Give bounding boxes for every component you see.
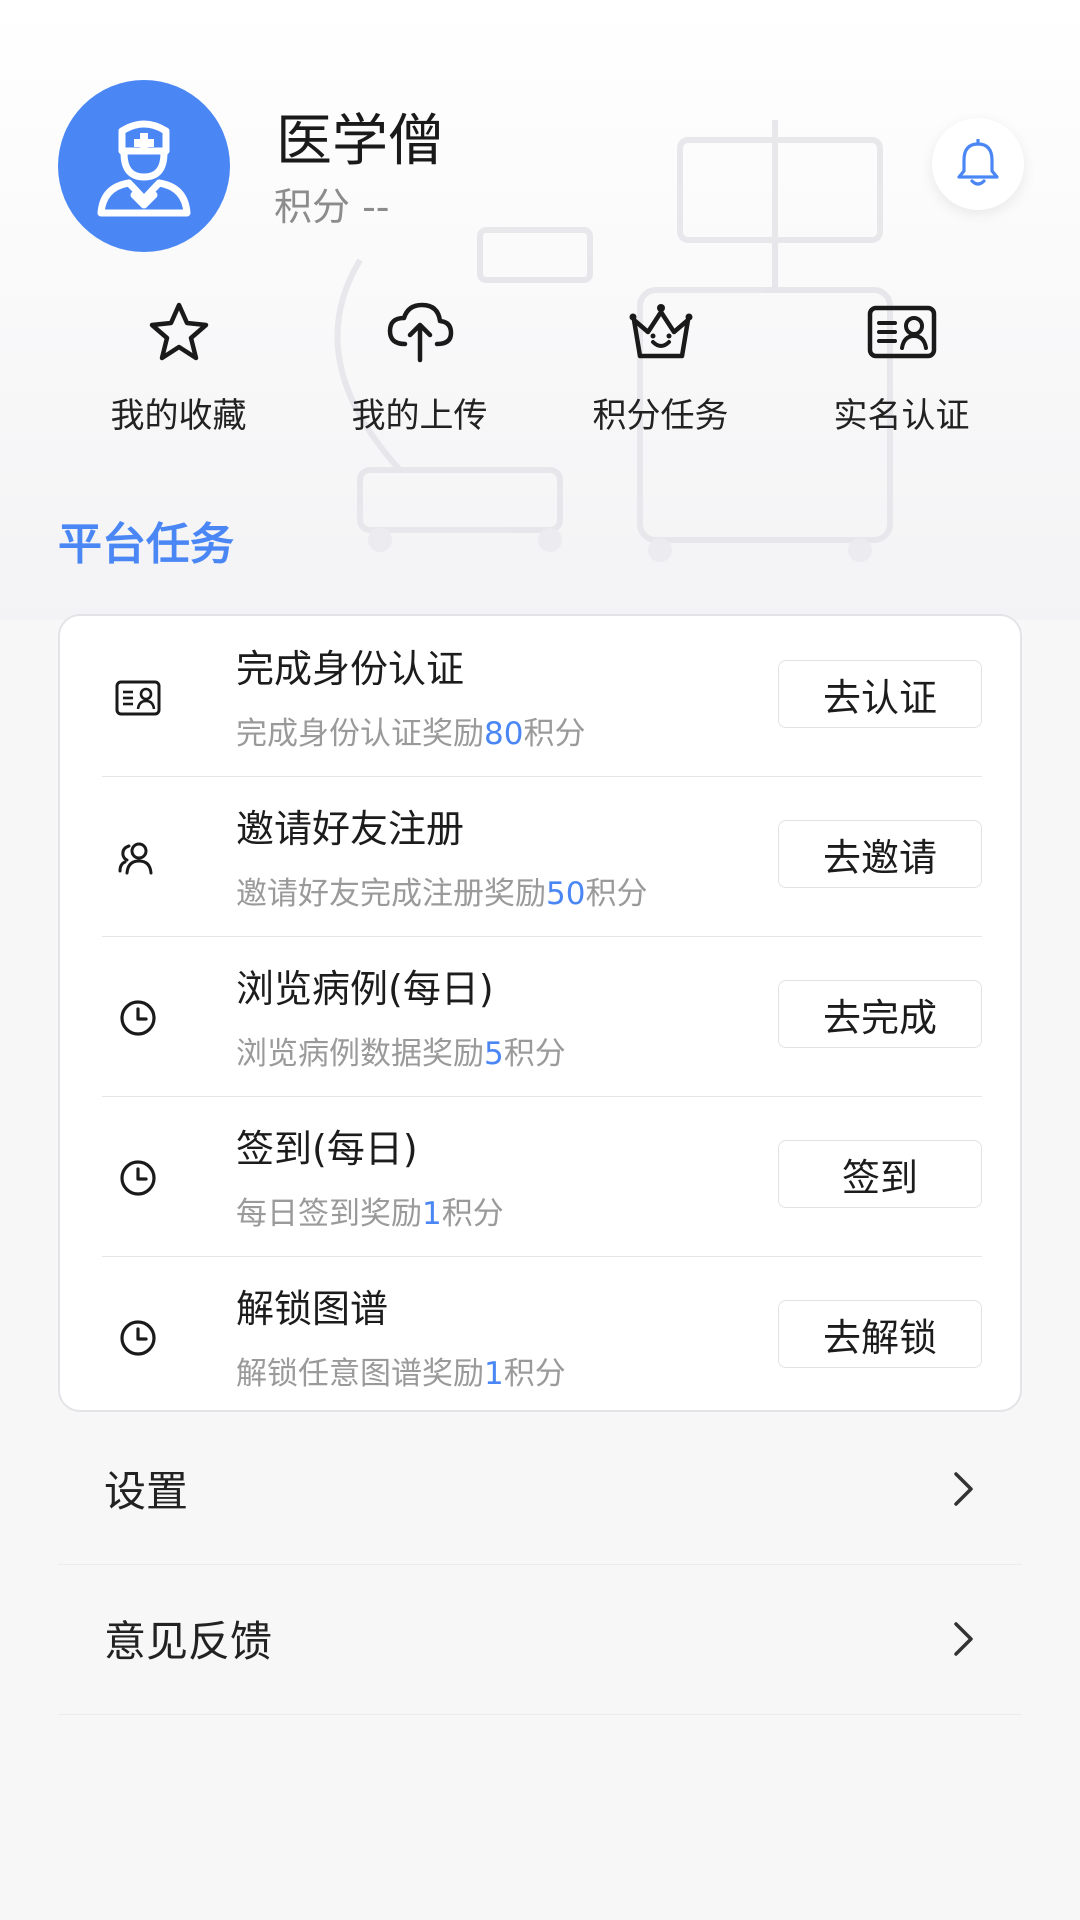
task-title: 解锁图谱	[236, 1287, 389, 1331]
section-title: 平台任务	[58, 519, 234, 570]
doctor-icon	[97, 120, 191, 217]
quick-nav: 我的收藏 我的上传 积分任务 实名认证	[58, 296, 1022, 446]
chevron-right-icon	[954, 1472, 973, 1506]
id-card-icon	[115, 680, 161, 716]
quick-item-favorites[interactable]: 我的收藏	[58, 296, 299, 446]
menu-item-settings[interactable]: 设置	[58, 1414, 1022, 1565]
crown-icon	[629, 304, 692, 359]
quick-item-label: 我的收藏	[110, 396, 247, 436]
task-title: 浏览病例(每日)	[236, 967, 494, 1011]
star-icon	[149, 302, 208, 361]
unlock-button[interactable]: 去解锁	[778, 1300, 982, 1368]
points-display: 积分 --	[274, 185, 390, 229]
verify-button[interactable]: 去认证	[778, 660, 982, 728]
chevron-right-icon	[954, 1622, 973, 1656]
menu-item-feedback[interactable]: 意见反馈	[58, 1564, 1022, 1715]
clock-icon	[120, 1320, 156, 1356]
users-icon	[118, 842, 153, 875]
quick-item-label: 我的上传	[351, 396, 488, 436]
task-row: 浏览病例(每日) 浏览病例数据奖励5积分 去完成	[102, 936, 982, 1097]
tasks-card: 完成身份认证 完成身份认证奖励80积分 去认证 邀请好友注册 邀请好友完成注册奖…	[58, 614, 1022, 1412]
task-row: 解锁图谱 解锁任意图谱奖励1积分 去解锁	[102, 1256, 982, 1416]
username: 医学僧	[276, 109, 444, 174]
clock-icon	[120, 1160, 156, 1196]
task-reward: 1	[484, 1356, 504, 1392]
task-description: 浏览病例数据奖励5积分	[236, 1036, 566, 1072]
quick-item-uploads[interactable]: 我的上传	[299, 296, 540, 446]
task-title: 签到(每日)	[236, 1127, 418, 1171]
check-in-button[interactable]: 签到	[778, 1140, 982, 1208]
task-row: 邀请好友注册 邀请好友完成注册奖励50积分 去邀请	[102, 776, 982, 937]
quick-item-points-tasks[interactable]: 积分任务	[540, 296, 781, 446]
notification-button[interactable]	[932, 118, 1024, 210]
quick-item-label: 实名认证	[833, 396, 970, 436]
task-row: 完成身份认证 完成身份认证奖励80积分 去认证	[102, 616, 982, 777]
task-row: 签到(每日) 每日签到奖励1积分 签到	[102, 1096, 982, 1257]
task-description: 完成身份认证奖励80积分	[236, 716, 586, 752]
clock-icon	[120, 1000, 156, 1036]
task-reward: 5	[484, 1036, 504, 1072]
task-reward: 80	[484, 716, 524, 752]
bell-icon	[957, 139, 999, 186]
menu-label: 意见反馈	[104, 1617, 273, 1666]
task-reward: 50	[546, 876, 586, 912]
id-card-icon	[867, 305, 936, 359]
task-description: 解锁任意图谱奖励1积分	[236, 1356, 566, 1392]
quick-item-real-name-auth[interactable]: 实名认证	[781, 296, 1022, 446]
complete-button[interactable]: 去完成	[778, 980, 982, 1048]
task-reward: 1	[422, 1196, 442, 1232]
task-title: 完成身份认证	[236, 647, 465, 691]
task-description: 邀请好友完成注册奖励50积分	[236, 876, 648, 912]
quick-item-label: 积分任务	[592, 396, 729, 436]
invite-button[interactable]: 去邀请	[778, 820, 982, 888]
task-description: 每日签到奖励1积分	[236, 1196, 504, 1232]
task-title: 邀请好友注册	[236, 807, 465, 851]
menu-label: 设置	[104, 1467, 189, 1516]
avatar[interactable]	[58, 80, 230, 252]
cloud-upload-icon	[387, 302, 453, 363]
profile-page: 医学僧 积分 -- 我的收藏 我的上传 积分任务 实名认证 平台任务 完成身份认…	[0, 0, 1080, 1920]
